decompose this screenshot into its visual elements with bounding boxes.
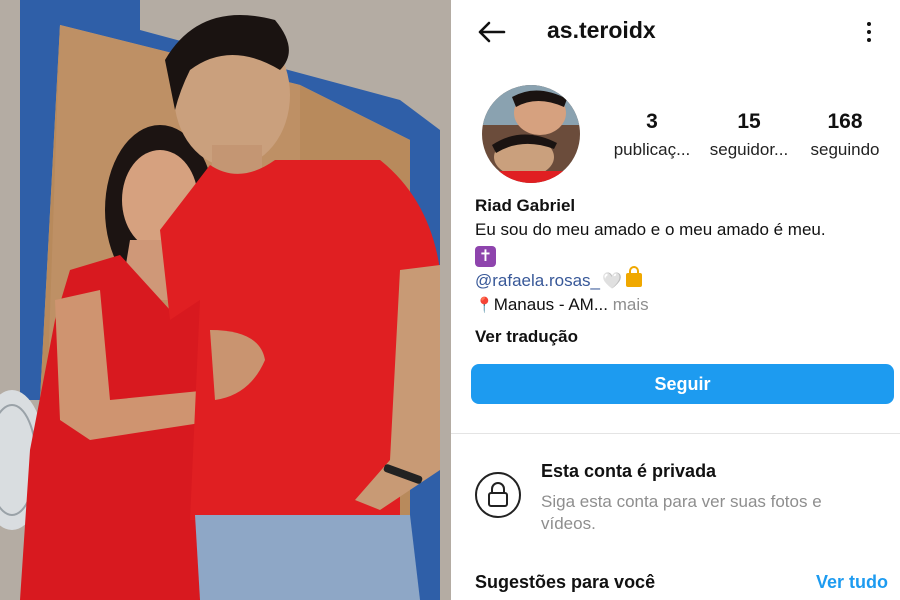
top-bar: as.teroidx bbox=[451, 0, 900, 62]
posts-count[interactable]: 3 publicaç... bbox=[602, 110, 702, 160]
see-all-link[interactable]: Ver tudo bbox=[816, 572, 888, 593]
back-button[interactable] bbox=[473, 14, 509, 50]
divider bbox=[451, 433, 900, 434]
white-heart-icon: 🤍 bbox=[602, 273, 622, 290]
username: as.teroidx bbox=[547, 17, 656, 43]
more-link[interactable]: mais bbox=[613, 295, 649, 314]
follow-button[interactable]: Seguir bbox=[471, 364, 894, 404]
location-pin-icon: 📍 bbox=[475, 297, 494, 314]
followers-label: seguidor... bbox=[709, 140, 789, 159]
more-vertical-icon bbox=[867, 22, 871, 26]
avatar[interactable] bbox=[482, 85, 580, 183]
lock-icon bbox=[488, 482, 508, 507]
more-options-button[interactable] bbox=[855, 14, 883, 50]
suggestions-title: Sugestões para você bbox=[475, 572, 656, 592]
posts-value: 3 bbox=[646, 110, 658, 133]
followers-value: 15 bbox=[737, 110, 761, 133]
mention-link[interactable]: @rafaela.rosas_ bbox=[475, 271, 600, 290]
following-value: 168 bbox=[827, 110, 863, 133]
followers-count[interactable]: 15 seguidor... bbox=[699, 110, 799, 160]
private-lock-badge bbox=[475, 472, 521, 518]
lock-emoji-icon bbox=[625, 266, 642, 287]
following-count[interactable]: 168 seguindo bbox=[795, 110, 895, 160]
arrow-left-icon bbox=[478, 21, 506, 43]
profile-photo bbox=[0, 0, 451, 600]
profile-panel: as.teroidx 3 publicaç... 15 seguidor... … bbox=[451, 0, 900, 600]
couple-photo-image bbox=[0, 0, 451, 600]
bio-location-row: 📍Manaus - AM... mais bbox=[475, 295, 895, 315]
private-account-title: Esta conta é privada bbox=[541, 461, 717, 481]
location-text: Manaus - AM... bbox=[493, 295, 609, 314]
posts-label: publicaç... bbox=[613, 140, 691, 159]
bio-mention-row: @rafaela.rosas_ 🤍 bbox=[475, 266, 895, 291]
following-label: seguindo bbox=[810, 140, 880, 159]
full-name: Riad Gabriel bbox=[475, 196, 576, 215]
avatar-image bbox=[482, 85, 580, 183]
private-account-description: Siga esta conta para ver suas fotos e ví… bbox=[541, 492, 822, 533]
bio: Riad Gabriel Eu sou do meu amado e o meu… bbox=[475, 196, 895, 315]
bio-text: Eu sou do meu amado e o meu amado é meu. bbox=[475, 220, 826, 239]
latin-cross-icon: ✝ bbox=[475, 246, 496, 267]
see-translation-link[interactable]: Ver tradução bbox=[475, 327, 578, 347]
